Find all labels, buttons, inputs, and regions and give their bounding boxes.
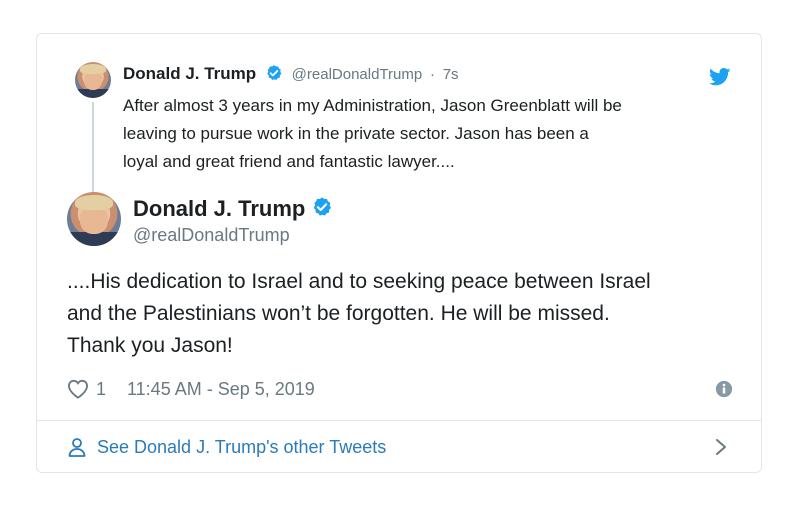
main-text-line: and the Palestinians won’t be forgotten.…	[67, 302, 610, 325]
see-other-tweets-link[interactable]: See Donald J. Trump's other Tweets	[67, 432, 733, 462]
parent-text-line: leaving to pursue work in the private se…	[123, 124, 589, 143]
twitter-bird-icon[interactable]	[709, 68, 731, 86]
like-count[interactable]: 1	[96, 376, 106, 402]
main-avatar[interactable]	[67, 192, 121, 246]
main-author-name-row[interactable]: Donald J. Trump	[133, 196, 333, 222]
main-author-name[interactable]: Donald J. Trump	[133, 196, 305, 221]
parent-author-handle[interactable]: @realDonaldTrump	[292, 66, 423, 83]
parent-tweet[interactable]: Donald J. Trump @realDonaldTrump · 7s Af…	[37, 34, 761, 196]
main-tweet-text: ....His dedication to Israel and to seek…	[67, 266, 747, 362]
embedded-tweet-card: Donald J. Trump @realDonaldTrump · 7s Af…	[36, 33, 762, 473]
heart-icon[interactable]	[67, 379, 89, 399]
parent-text-line: loyal and great friend and fantastic law…	[123, 152, 455, 171]
parent-tweet-text: After almost 3 years in my Administratio…	[123, 92, 743, 176]
info-icon[interactable]	[715, 380, 733, 398]
verified-badge-icon	[267, 65, 282, 81]
parent-author-name[interactable]: Donald J. Trump	[123, 64, 256, 83]
main-author-handle[interactable]: @realDonaldTrump	[133, 224, 290, 246]
header-separator: ·	[429, 66, 435, 83]
main-text-line: ....His dedication to Israel and to seek…	[67, 270, 651, 293]
main-text-line: Thank you Jason!	[67, 334, 233, 357]
parent-tweet-header: Donald J. Trump @realDonaldTrump · 7s	[123, 63, 459, 86]
verified-badge-icon	[314, 197, 332, 216]
person-icon	[68, 438, 86, 457]
footer-divider	[37, 420, 761, 421]
chevron-right-icon[interactable]	[715, 438, 727, 456]
see-other-tweets-label[interactable]: See Donald J. Trump's other Tweets	[97, 432, 386, 462]
parent-avatar[interactable]	[75, 62, 111, 98]
parent-text-line: After almost 3 years in my Administratio…	[123, 96, 622, 115]
tweet-meta-row: 1 11:45 AM - Sep 5, 2019	[67, 376, 733, 402]
thread-connector-line	[92, 102, 94, 196]
parent-tweet-time[interactable]: 7s	[443, 66, 459, 83]
tweet-timestamp[interactable]: 11:45 AM - Sep 5, 2019	[127, 376, 315, 402]
